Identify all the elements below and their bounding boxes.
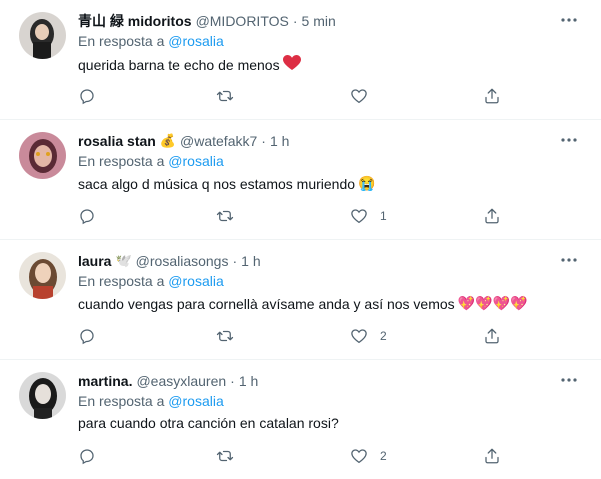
like-count: 2 xyxy=(380,449,387,463)
separator: · xyxy=(292,13,298,29)
reply-button[interactable] xyxy=(78,446,108,466)
reply-context: En resposta a @rosalia xyxy=(78,33,224,49)
reply-button[interactable] xyxy=(78,86,108,106)
reply-button[interactable] xyxy=(78,206,108,226)
display-name[interactable]: martina. xyxy=(78,372,132,390)
mention-link[interactable]: @rosalia xyxy=(168,273,223,289)
retweet-button[interactable] xyxy=(215,86,247,106)
mention-link[interactable]: @rosalia xyxy=(168,33,223,49)
reply-prefix: En resposta a xyxy=(78,393,165,409)
display-name[interactable]: rosalia stan xyxy=(78,132,156,150)
avatar[interactable] xyxy=(19,132,66,179)
user-handle[interactable]: @MIDORITOS xyxy=(196,12,289,30)
display-name[interactable]: 青山 緑 midoritos xyxy=(78,12,192,30)
tweet[interactable]: martina. @easyxlauren · 1 h En resposta … xyxy=(0,360,601,479)
separator: · xyxy=(261,133,266,149)
tweet-body: saca algo d música q nos estamos muriend… xyxy=(78,175,356,192)
tweet-header: laura 🕊️ @rosaliasongs · 1 h xyxy=(78,252,261,270)
reply-context: En resposta a @rosalia xyxy=(78,153,224,169)
reply-context: En resposta a @rosalia xyxy=(78,393,224,409)
tweet-actions xyxy=(78,86,508,106)
reply-icon xyxy=(80,449,94,465)
tweet-text: cuando vengas para cornellà avísame anda… xyxy=(78,295,527,312)
tweet-actions: 2 xyxy=(78,326,508,346)
money-bag-emoji-icon: 💰 xyxy=(159,133,177,148)
more-options-icon[interactable] xyxy=(559,10,579,30)
reply-prefix: En resposta a xyxy=(78,273,165,289)
share-icon xyxy=(485,328,499,344)
like-count: 1 xyxy=(380,209,387,223)
share-button[interactable] xyxy=(483,206,501,226)
tweet-header: 青山 緑 midoritos @MIDORITOS · 5 min xyxy=(78,12,336,30)
retweet-icon xyxy=(216,450,234,462)
tweet-body: querida barna te echo de menos xyxy=(78,56,280,73)
avatar[interactable] xyxy=(19,12,66,59)
user-handle[interactable]: @rosaliasongs xyxy=(136,252,229,270)
tweet-body: para cuando otra canción en catalan rosi… xyxy=(78,415,339,431)
heart-icon xyxy=(351,329,367,344)
tweet[interactable]: laura 🕊️ @rosaliasongs · 1 h En resposta… xyxy=(0,240,601,360)
timestamp[interactable]: 1 h xyxy=(270,132,289,150)
like-button[interactable]: 2 xyxy=(350,326,387,346)
reply-context: En resposta a @rosalia xyxy=(78,273,224,289)
display-name[interactable]: laura xyxy=(78,252,111,270)
tweet-header: rosalia stan 💰 @watefakk7 · 1 h xyxy=(78,132,289,150)
share-icon xyxy=(485,208,499,224)
retweet-icon xyxy=(216,330,234,342)
reply-icon xyxy=(80,209,94,225)
share-button[interactable] xyxy=(483,446,501,466)
dove-emoji-icon: 🕊️ xyxy=(115,253,132,268)
heart-icon xyxy=(351,89,367,104)
separator: · xyxy=(232,253,238,269)
reply-icon xyxy=(80,89,94,105)
like-count: 2 xyxy=(380,329,387,343)
more-options-icon[interactable] xyxy=(559,250,579,270)
avatar[interactable] xyxy=(19,372,66,419)
reply-prefix: En resposta a xyxy=(78,153,165,169)
tweet-actions: 2 xyxy=(78,446,508,466)
retweet-button[interactable] xyxy=(215,326,247,346)
more-options-icon[interactable] xyxy=(559,130,579,150)
sparkling-heart-emoji-icon: 💖💖💖💖 xyxy=(457,295,528,311)
share-button[interactable] xyxy=(483,86,501,106)
tweet[interactable]: 青山 緑 midoritos @MIDORITOS · 5 min En res… xyxy=(0,0,601,120)
share-icon xyxy=(485,448,499,464)
timestamp[interactable]: 5 min xyxy=(302,12,336,30)
crying-face-emoji-icon: 😭 xyxy=(358,175,376,191)
timestamp[interactable]: 1 h xyxy=(241,252,260,270)
tweet-text: querida barna te echo de menos xyxy=(78,55,301,74)
mention-link[interactable]: @rosalia xyxy=(168,153,223,169)
share-icon xyxy=(485,88,499,104)
reply-icon xyxy=(80,329,94,345)
tweet-body: cuando vengas para cornellà avísame anda… xyxy=(78,295,455,312)
like-button[interactable]: 2 xyxy=(350,446,387,466)
reply-feed: 青山 緑 midoritos @MIDORITOS · 5 min En res… xyxy=(0,0,601,479)
heart-icon xyxy=(351,449,367,464)
user-handle[interactable]: @easyxlauren xyxy=(136,372,226,390)
timestamp[interactable]: 1 h xyxy=(239,372,258,390)
tweet-header: martina. @easyxlauren · 1 h xyxy=(78,372,258,390)
retweet-button[interactable] xyxy=(215,206,247,226)
mention-link[interactable]: @rosalia xyxy=(168,393,223,409)
share-button[interactable] xyxy=(483,326,501,346)
reply-prefix: En resposta a xyxy=(78,33,165,49)
like-button[interactable]: 1 xyxy=(350,206,387,226)
heart-emoji-icon xyxy=(282,55,301,74)
tweet-text: saca algo d música q nos estamos muriend… xyxy=(78,175,375,192)
like-button[interactable] xyxy=(350,86,380,106)
more-options-icon[interactable] xyxy=(559,370,579,390)
heart-icon xyxy=(351,209,367,224)
separator: · xyxy=(230,373,235,389)
tweet-actions: 1 xyxy=(78,206,508,226)
reply-button[interactable] xyxy=(78,326,108,346)
user-handle[interactable]: @watefakk7 xyxy=(180,132,257,150)
retweet-icon xyxy=(216,90,234,102)
avatar[interactable] xyxy=(19,252,66,299)
tweet-text: para cuando otra canción en catalan rosi… xyxy=(78,415,339,431)
retweet-button[interactable] xyxy=(215,446,247,466)
tweet[interactable]: rosalia stan 💰 @watefakk7 · 1 h En respo… xyxy=(0,120,601,240)
retweet-icon xyxy=(216,210,234,222)
